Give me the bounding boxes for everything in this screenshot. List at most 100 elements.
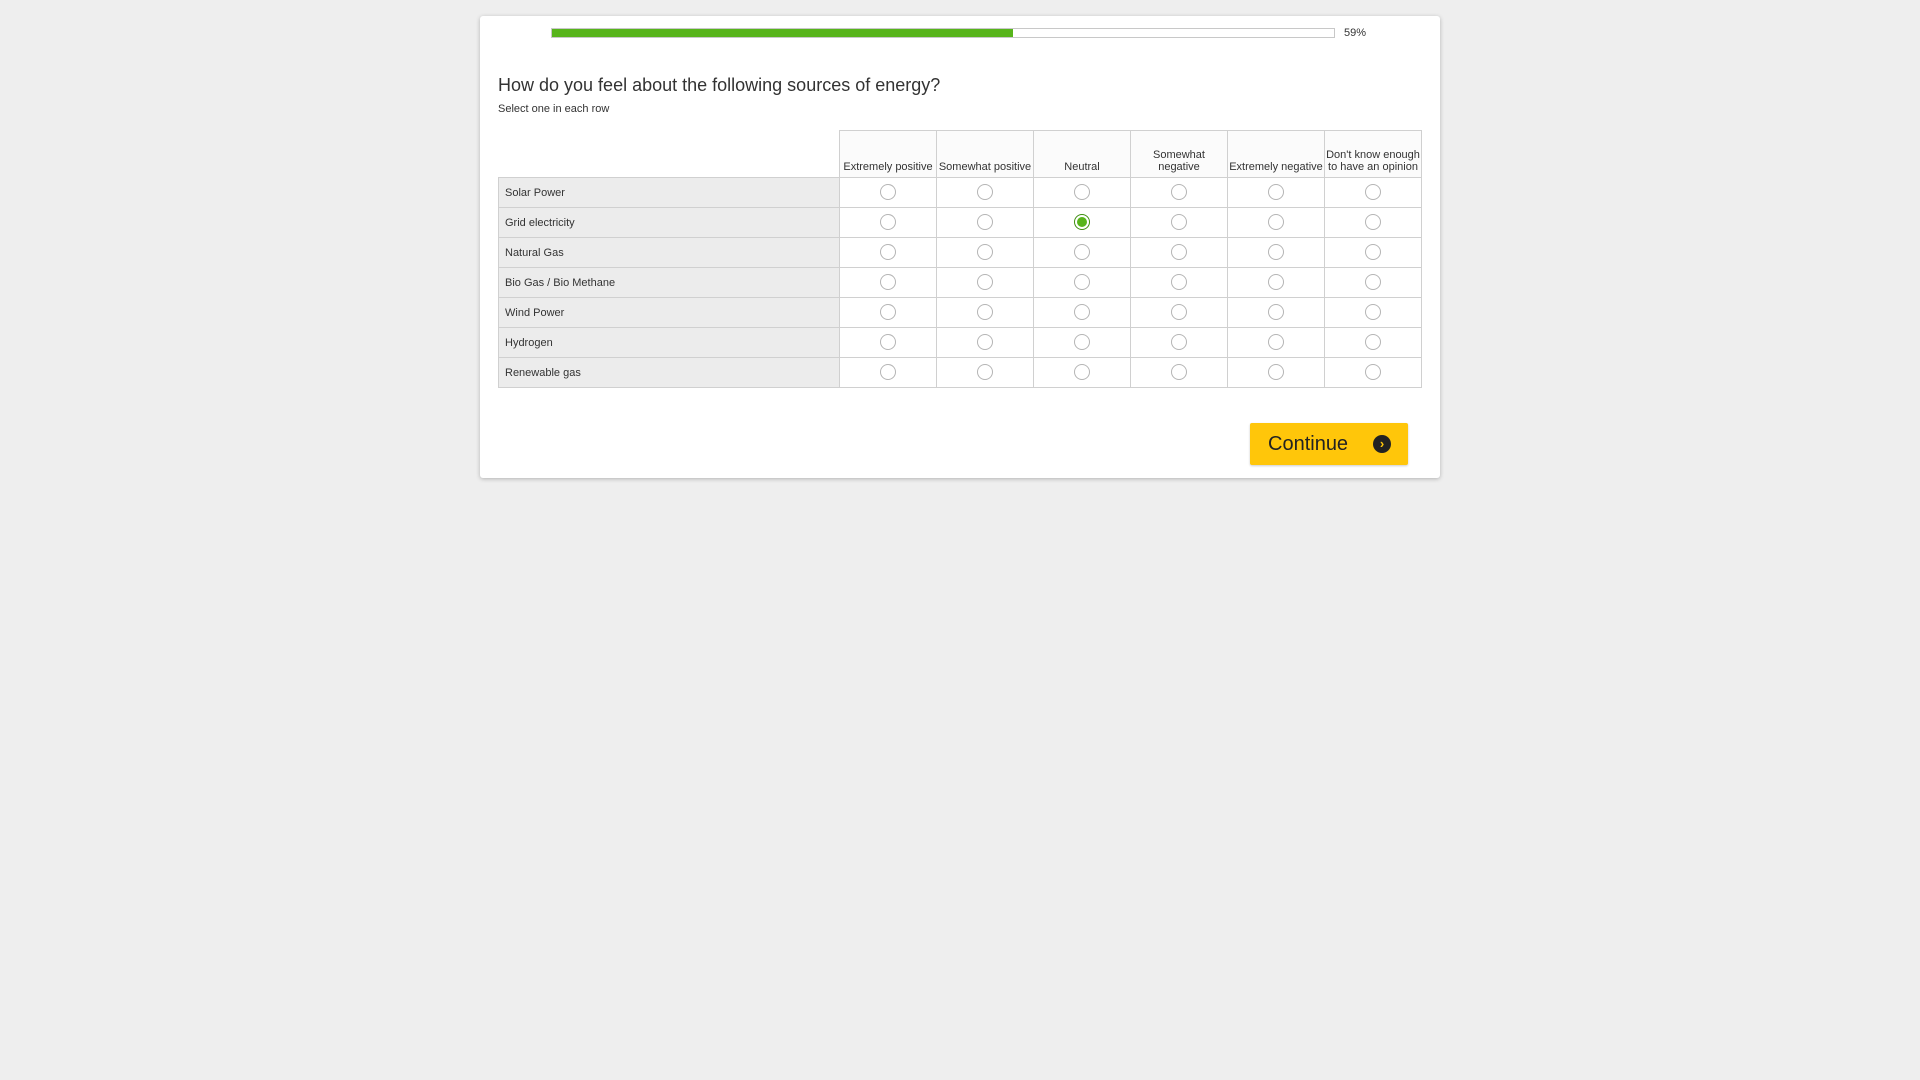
radio-cell[interactable]	[1130, 237, 1228, 268]
radio-button[interactable]	[1365, 184, 1381, 201]
column-header: Extremely positive	[839, 130, 937, 178]
radio-button[interactable]	[1171, 274, 1187, 291]
column-header: Extremely negative	[1227, 130, 1325, 178]
radio-cell[interactable]	[1324, 207, 1422, 238]
row-label: Wind Power	[498, 297, 840, 328]
radio-button[interactable]	[880, 334, 896, 351]
radio-cell[interactable]	[1227, 207, 1325, 238]
radio-button[interactable]	[1365, 364, 1381, 381]
radio-button[interactable]	[977, 274, 993, 291]
radio-cell[interactable]	[936, 327, 1034, 358]
radio-cell[interactable]	[1324, 237, 1422, 268]
radio-button[interactable]	[1171, 304, 1187, 321]
radio-button[interactable]	[880, 184, 896, 201]
radio-button[interactable]	[1365, 334, 1381, 351]
radio-button[interactable]	[880, 274, 896, 291]
radio-cell[interactable]	[936, 177, 1034, 208]
column-header: Somewhat negative	[1130, 130, 1228, 178]
grid-row: Grid electricity	[498, 207, 1422, 238]
row-label: Renewable gas	[498, 357, 840, 388]
progress-bar	[551, 28, 1335, 38]
radio-button[interactable]	[977, 214, 993, 231]
radio-cell[interactable]	[839, 237, 937, 268]
row-label: Hydrogen	[498, 327, 840, 358]
radio-button[interactable]	[880, 364, 896, 381]
radio-button[interactable]	[1268, 364, 1284, 381]
radio-cell[interactable]	[839, 357, 937, 388]
radio-cell[interactable]	[936, 297, 1034, 328]
radio-button-selected[interactable]	[1074, 214, 1090, 231]
radio-cell[interactable]	[1130, 357, 1228, 388]
radio-button[interactable]	[977, 184, 993, 201]
radio-cell[interactable]	[1130, 267, 1228, 298]
radio-button[interactable]	[977, 334, 993, 351]
radio-button[interactable]	[1268, 304, 1284, 321]
radio-button[interactable]	[1365, 274, 1381, 291]
radio-cell[interactable]	[1033, 267, 1131, 298]
radio-cell[interactable]	[839, 207, 937, 238]
radio-button[interactable]	[977, 364, 993, 381]
radio-cell[interactable]	[1033, 327, 1131, 358]
radio-button[interactable]	[1074, 244, 1090, 261]
continue-button[interactable]: Continue ›	[1250, 423, 1408, 465]
radio-cell[interactable]	[1033, 357, 1131, 388]
radio-cell[interactable]	[839, 267, 937, 298]
radio-cell[interactable]	[1033, 177, 1131, 208]
radio-button[interactable]	[1268, 274, 1284, 291]
radio-button[interactable]	[1365, 214, 1381, 231]
radio-button[interactable]	[1074, 364, 1090, 381]
radio-button[interactable]	[1365, 304, 1381, 321]
radio-button[interactable]	[1074, 184, 1090, 201]
radio-button[interactable]	[977, 244, 993, 261]
radio-cell[interactable]	[839, 297, 937, 328]
radio-button[interactable]	[1074, 304, 1090, 321]
radio-button[interactable]	[1365, 244, 1381, 261]
radio-cell[interactable]	[1227, 297, 1325, 328]
radio-cell[interactable]	[1324, 177, 1422, 208]
radio-cell[interactable]	[1130, 177, 1228, 208]
chevron-right-circle-icon: ›	[1373, 435, 1391, 453]
radio-button[interactable]	[1074, 334, 1090, 351]
radio-button[interactable]	[880, 214, 896, 231]
radio-cell[interactable]	[1130, 297, 1228, 328]
radio-cell[interactable]	[1033, 297, 1131, 328]
radio-button[interactable]	[1268, 244, 1284, 261]
radio-cell[interactable]	[1227, 177, 1325, 208]
row-label: Grid electricity	[498, 207, 840, 238]
progress-percent: 59%	[1344, 27, 1367, 39]
radio-cell[interactable]	[1227, 357, 1325, 388]
radio-button[interactable]	[1171, 364, 1187, 381]
radio-cell[interactable]	[1033, 237, 1131, 268]
radio-button[interactable]	[1171, 244, 1187, 261]
radio-button[interactable]	[1171, 334, 1187, 351]
radio-button[interactable]	[1171, 184, 1187, 201]
radio-cell[interactable]	[1324, 357, 1422, 388]
radio-button[interactable]	[1171, 214, 1187, 231]
radio-cell[interactable]	[1324, 267, 1422, 298]
radio-cell[interactable]	[1227, 237, 1325, 268]
radio-button[interactable]	[1074, 274, 1090, 291]
radio-button[interactable]	[1268, 334, 1284, 351]
radio-cell[interactable]	[1130, 327, 1228, 358]
radio-button[interactable]	[1268, 184, 1284, 201]
radio-button[interactable]	[880, 244, 896, 261]
continue-button-label: Continue	[1268, 432, 1349, 455]
radio-cell[interactable]	[1227, 267, 1325, 298]
radio-cell[interactable]	[1130, 207, 1228, 238]
radio-button[interactable]	[977, 304, 993, 321]
radio-cell[interactable]	[1324, 297, 1422, 328]
radio-cell[interactable]	[1227, 327, 1325, 358]
radio-cell[interactable]	[936, 207, 1034, 238]
radio-cell[interactable]	[1033, 207, 1131, 238]
radio-cell[interactable]	[936, 267, 1034, 298]
radio-cell[interactable]	[936, 237, 1034, 268]
radio-cell[interactable]	[839, 327, 937, 358]
radio-button[interactable]	[880, 304, 896, 321]
column-header: Somewhat positive	[936, 130, 1034, 178]
radio-cell[interactable]	[936, 357, 1034, 388]
radio-button[interactable]	[1268, 214, 1284, 231]
column-header: Neutral	[1033, 130, 1131, 178]
row-label: Solar Power	[498, 177, 840, 208]
radio-cell[interactable]	[1324, 327, 1422, 358]
radio-cell[interactable]	[839, 177, 937, 208]
